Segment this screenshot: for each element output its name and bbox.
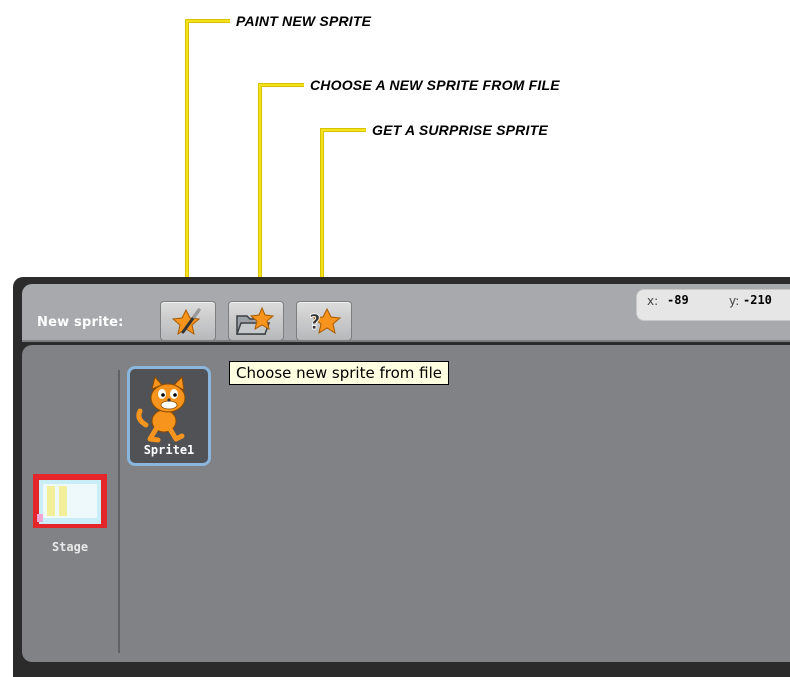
choose-sprite-from-file-button[interactable] <box>228 301 284 341</box>
sprite-name-label: Sprite1 <box>143 443 195 457</box>
surprise-sprite-button[interactable]: ? <box>296 301 352 341</box>
tooltip: Choose new sprite from file <box>229 361 449 385</box>
paint-new-sprite-button[interactable] <box>160 301 216 341</box>
x-value: -89 <box>667 293 689 307</box>
stage-label: Stage <box>51 540 89 554</box>
mouse-coordinates: x: -89 y: -210 <box>636 289 790 321</box>
svg-text:?: ? <box>309 310 321 334</box>
x-label: x: <box>647 294 659 308</box>
y-value: -210 <box>743 293 772 307</box>
annotation-choose-sprite-from-file: CHOOSE A NEW SPRITE FROM FILE <box>310 77 560 93</box>
paint-sprite-icon <box>171 308 201 336</box>
annotation-surprise-sprite: GET A SURPRISE SPRITE <box>372 122 548 138</box>
annotation-paint-new-sprite: PAINT NEW SPRITE <box>236 13 372 29</box>
y-label: y: <box>729 294 740 308</box>
question-star-icon: ? <box>309 307 342 334</box>
folder-star-icon <box>235 306 275 335</box>
stage-thumbnail[interactable] <box>33 474 107 528</box>
stage-divider <box>118 370 120 653</box>
new-sprite-label: New sprite: <box>37 315 124 330</box>
